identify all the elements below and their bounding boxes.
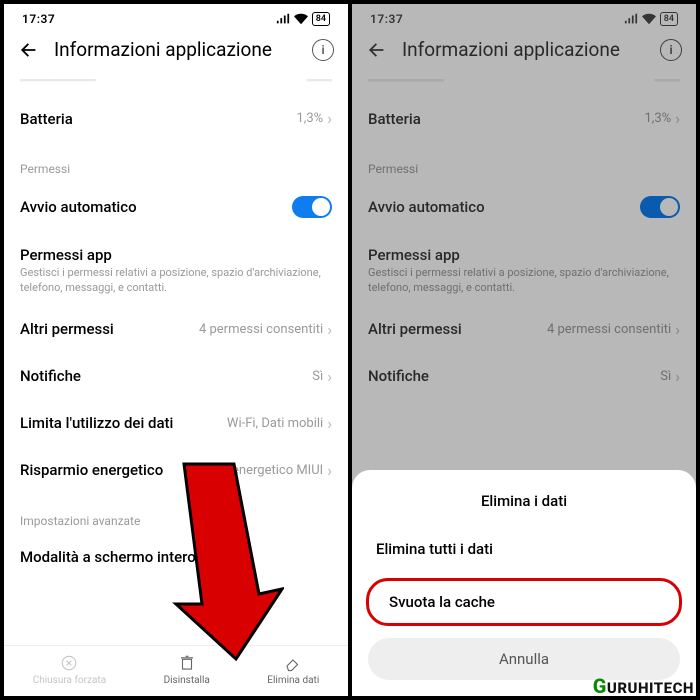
title-bar: Informazioni applicazione i [4,30,348,73]
uninstall-button[interactable]: Disinstalla [164,654,210,686]
back-icon[interactable] [18,39,40,61]
risparmio-row[interactable]: Risparmio energetico o energetico MIUI› [20,447,332,494]
battery-row[interactable]: Batteria 1,3%› [20,95,332,142]
info-icon[interactable]: i [312,39,334,61]
watermark: GURUHITECH [593,674,694,698]
chevron-right-icon: › [327,414,332,433]
risparmio-value: o energetico MIUI› [221,461,332,480]
phone-left: 17:37 84 Informazioni applicazione i ━━━… [4,4,352,696]
altri-permessi-row[interactable]: Altri permessi 4 permessi consentiti› [20,306,332,353]
close-circle-icon [60,654,78,672]
battery-icon: 84 [312,12,330,26]
delete-all-data-button[interactable]: Elimina tutti i dati [352,524,696,574]
action-sheet: Elimina i dati Elimina tutti i dati Svuo… [352,470,696,696]
clear-data-button[interactable]: Elimina dati [267,654,319,686]
limita-row[interactable]: Limita l'utilizzo dei dati Wi-Fi, Dati m… [20,400,332,447]
notifiche-row[interactable]: Notifiche Sì› [20,353,332,400]
chevron-right-icon: › [327,367,332,386]
content-area: ━━━━━━━━━━━━ Batteria 1,3%› Permessi Avv… [4,73,348,580]
status-time: 17:37 [22,12,55,26]
force-close-button: Chiusura forzata [33,654,106,686]
chevron-right-icon: › [327,109,332,128]
battery-value: 1,3%› [296,109,332,128]
clear-cache-button[interactable]: Svuota la cache [366,578,682,626]
wifi-icon [294,13,308,25]
autostart-row[interactable]: Avvio automatico [20,182,332,232]
bottom-bar: Chiusura forzata Disinstalla Elimina dat… [4,645,348,696]
cutoff-row: ━━━━━━━━━━━━ [20,73,332,95]
signal-icon [276,13,290,25]
limita-value: Wi-Fi, Dati mobili› [227,414,332,433]
notifiche-value: Sì› [312,367,332,386]
permessi-app-row[interactable]: Permessi app Gestisci i permessi relativ… [20,232,332,306]
chevron-right-icon: › [327,320,332,339]
phone-right: 17:37 84 Informazioni applicazione i ━━━… [352,4,696,696]
risparmio-label: Risparmio energetico [20,461,163,480]
altri-label: Altri permessi [20,320,114,338]
status-icons: 84 [276,12,330,26]
permessi-app-label: Permessi app [20,246,332,264]
autostart-toggle[interactable] [292,196,332,218]
schermo-label: Modalità a schermo intero [20,548,196,566]
sheet-title: Elimina i dati [352,486,696,524]
notifiche-label: Notifiche [20,367,81,385]
autostart-label: Avvio automatico [20,198,137,216]
status-bar: 17:37 84 [4,4,348,30]
limita-label: Limita l'utilizzo dei dati [20,414,173,433]
eraser-icon [284,654,302,672]
avanzate-section: Impostazioni avanzate [20,494,332,534]
altri-value: 4 permessi consentiti› [199,320,332,339]
chevron-right-icon: › [327,461,332,480]
page-title: Informazioni applicazione [54,38,298,61]
trash-icon [178,654,196,672]
permessi-app-desc: Gestisci i permessi relativi a posizione… [20,266,332,296]
permessi-section: Permessi [20,142,332,182]
battery-label: Batteria [20,110,73,128]
schermo-row[interactable]: Modalità a schermo intero [20,534,332,580]
